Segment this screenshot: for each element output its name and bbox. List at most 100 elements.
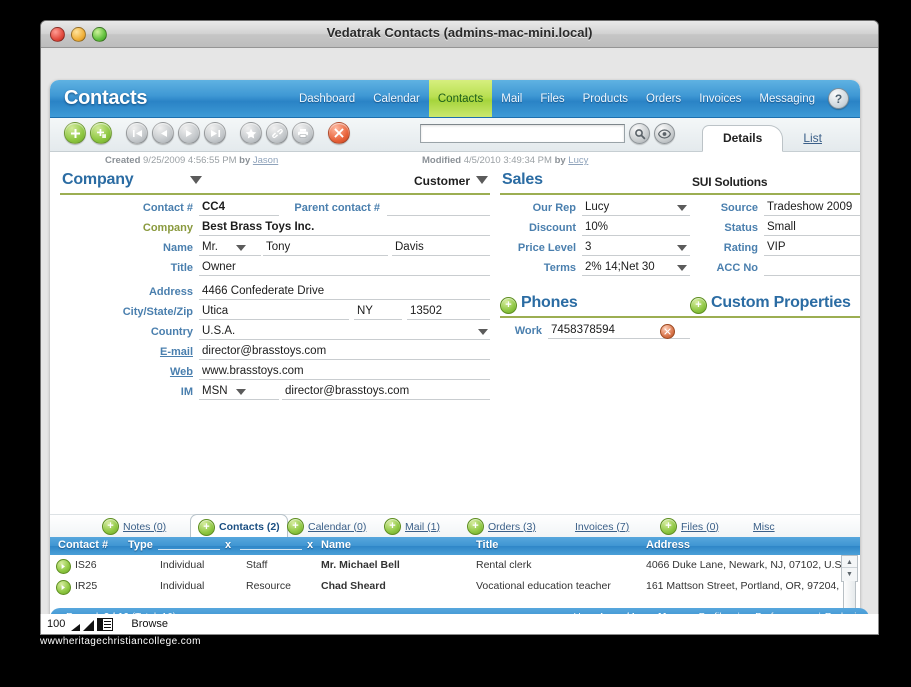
favorite-star-icon[interactable]	[240, 122, 262, 144]
view-tab-group[interactable]: Details List	[701, 118, 842, 152]
im-handle-field[interactable]: director@brasstoys.com	[282, 383, 490, 400]
related-tab-orders[interactable]: + Orders (3)	[467, 515, 536, 538]
subtype-filter-clear[interactable]: x	[307, 539, 313, 551]
delete-phone-icon[interactable]	[660, 324, 675, 339]
last-name-field[interactable]: Davis	[392, 239, 490, 256]
column-header-type[interactable]: Type	[128, 539, 153, 551]
add-calendar-event-icon[interactable]: +	[287, 518, 304, 535]
status-field[interactable]: Small	[764, 219, 860, 236]
tab-list[interactable]: List	[783, 126, 842, 151]
previous-record-icon[interactable]	[152, 122, 174, 144]
contact-no-field[interactable]: CC4	[199, 199, 279, 216]
add-order-icon[interactable]: +	[467, 518, 484, 535]
main-nav[interactable]: Dashboard Calendar Contacts Mail Files P…	[290, 80, 852, 117]
zoom-level[interactable]: 100	[47, 618, 65, 630]
add-custom-property-icon[interactable]: +	[690, 297, 707, 314]
our-rep-chevron-down-icon[interactable]	[677, 205, 687, 211]
related-tab-mail[interactable]: + Mail (1)	[384, 515, 440, 538]
related-tab-notes[interactable]: + Notes (0)	[102, 515, 166, 538]
status-area-toggle-icon[interactable]	[97, 617, 114, 631]
nav-item-mail[interactable]: Mail	[492, 80, 531, 117]
add-mail-icon[interactable]: +	[384, 518, 401, 535]
rating-field[interactable]: VIP	[764, 239, 860, 256]
subtype-filter-input[interactable]	[240, 549, 302, 550]
search-area[interactable]	[420, 123, 675, 144]
add-contact-icon[interactable]: +	[198, 518, 215, 536]
email-label[interactable]: E-mail	[60, 346, 193, 358]
discount-field[interactable]: 10%	[582, 219, 690, 236]
address-field[interactable]: 4466 Confederate Drive	[199, 283, 490, 300]
type-filter-clear[interactable]: x	[225, 539, 231, 551]
nav-item-orders[interactable]: Orders	[637, 80, 690, 117]
source-field[interactable]: Tradeshow 2009	[764, 199, 860, 216]
goto-record-icon[interactable]	[56, 580, 71, 595]
price-level-chevron-down-icon[interactable]	[677, 245, 687, 251]
zip-field[interactable]: 13502	[407, 303, 490, 320]
eye-icon[interactable]	[654, 123, 675, 144]
nav-item-products[interactable]: Products	[574, 80, 637, 117]
nav-item-messaging[interactable]: Messaging	[750, 80, 824, 117]
nav-item-invoices[interactable]: Invoices	[690, 80, 750, 117]
mode-label[interactable]: Browse	[131, 618, 168, 630]
search-input[interactable]	[420, 124, 625, 143]
contact-type-chevron-down-icon[interactable]	[476, 176, 488, 184]
im-service-chevron-down-icon[interactable]	[236, 389, 246, 395]
nav-item-contacts[interactable]: Contacts	[428, 80, 493, 117]
city-field[interactable]: Utica	[199, 303, 349, 320]
first-record-icon[interactable]	[126, 122, 148, 144]
country-field[interactable]: U.S.A.	[199, 323, 490, 340]
new-record-icon[interactable]	[64, 122, 86, 144]
last-record-icon[interactable]	[204, 122, 226, 144]
related-tab-files[interactable]: + Files (0)	[660, 515, 719, 538]
related-tab-misc[interactable]: Misc	[753, 515, 775, 538]
table-row[interactable]: IR25 Individual Resource Chad Sheard Voc…	[50, 576, 842, 597]
goto-record-icon[interactable]	[56, 559, 71, 574]
web-label[interactable]: Web	[60, 366, 193, 378]
salutation-chevron-down-icon[interactable]	[236, 245, 246, 251]
related-tab-invoices[interactable]: Invoices (7)	[575, 515, 629, 538]
company-chevron-down-icon[interactable]	[190, 176, 202, 184]
next-record-icon[interactable]	[178, 122, 200, 144]
related-tab-calendar[interactable]: + Calendar (0)	[287, 515, 366, 538]
duplicate-record-icon[interactable]	[90, 122, 112, 144]
salutation-field[interactable]: Mr.	[199, 239, 261, 256]
portal-scrollbar[interactable]: ▲ ▼	[841, 555, 858, 626]
web-field[interactable]: www.brasstoys.com	[199, 363, 490, 380]
zoom-out-icon[interactable]	[71, 623, 81, 631]
zoom-in-icon[interactable]	[83, 619, 95, 631]
related-tab-contacts[interactable]: + Contacts (2)	[190, 514, 288, 539]
column-header-name[interactable]: Name	[321, 539, 351, 551]
nav-item-files[interactable]: Files	[531, 80, 573, 117]
add-phone-icon[interactable]: +	[500, 297, 517, 314]
terms-chevron-down-icon[interactable]	[677, 265, 687, 271]
help-icon[interactable]: ?	[828, 88, 849, 109]
related-tab-bar[interactable]: + Notes (0) + Contacts (2) + Calendar (0…	[50, 514, 860, 539]
column-header-title[interactable]: Title	[476, 539, 498, 551]
table-row[interactable]: IS26 Individual Staff Mr. Michael Bell R…	[50, 555, 842, 576]
nav-item-calendar[interactable]: Calendar	[364, 80, 429, 117]
print-icon[interactable]	[292, 122, 314, 144]
delete-record-icon[interactable]	[328, 122, 350, 144]
add-file-icon[interactable]: +	[660, 518, 677, 535]
our-rep-field[interactable]: Lucy	[582, 199, 690, 216]
nav-item-dashboard[interactable]: Dashboard	[290, 80, 364, 117]
scroll-down-icon[interactable]: ▼	[842, 567, 857, 581]
search-icon[interactable]	[629, 123, 650, 144]
country-chevron-down-icon[interactable]	[478, 329, 488, 335]
toolbar-icon-group[interactable]	[64, 122, 354, 144]
column-header-contact-no[interactable]: Contact #	[58, 539, 108, 551]
tab-details[interactable]: Details	[701, 125, 784, 152]
parent-contact-field[interactable]	[387, 199, 490, 216]
price-level-field[interactable]: 3	[582, 239, 690, 256]
acc-no-field[interactable]	[764, 259, 860, 276]
attach-link-icon[interactable]	[266, 122, 288, 144]
state-field[interactable]: NY	[354, 303, 402, 320]
zoom-controls[interactable]	[71, 617, 114, 631]
column-header-address[interactable]: Address	[646, 539, 690, 551]
job-title-field[interactable]: Owner	[199, 259, 490, 276]
first-name-field[interactable]: Tony	[263, 239, 388, 256]
type-filter-input[interactable]	[158, 549, 220, 550]
add-note-icon[interactable]: +	[102, 518, 119, 535]
email-field[interactable]: director@brasstoys.com	[199, 343, 490, 360]
modified-by-user[interactable]: Lucy	[568, 155, 588, 166]
